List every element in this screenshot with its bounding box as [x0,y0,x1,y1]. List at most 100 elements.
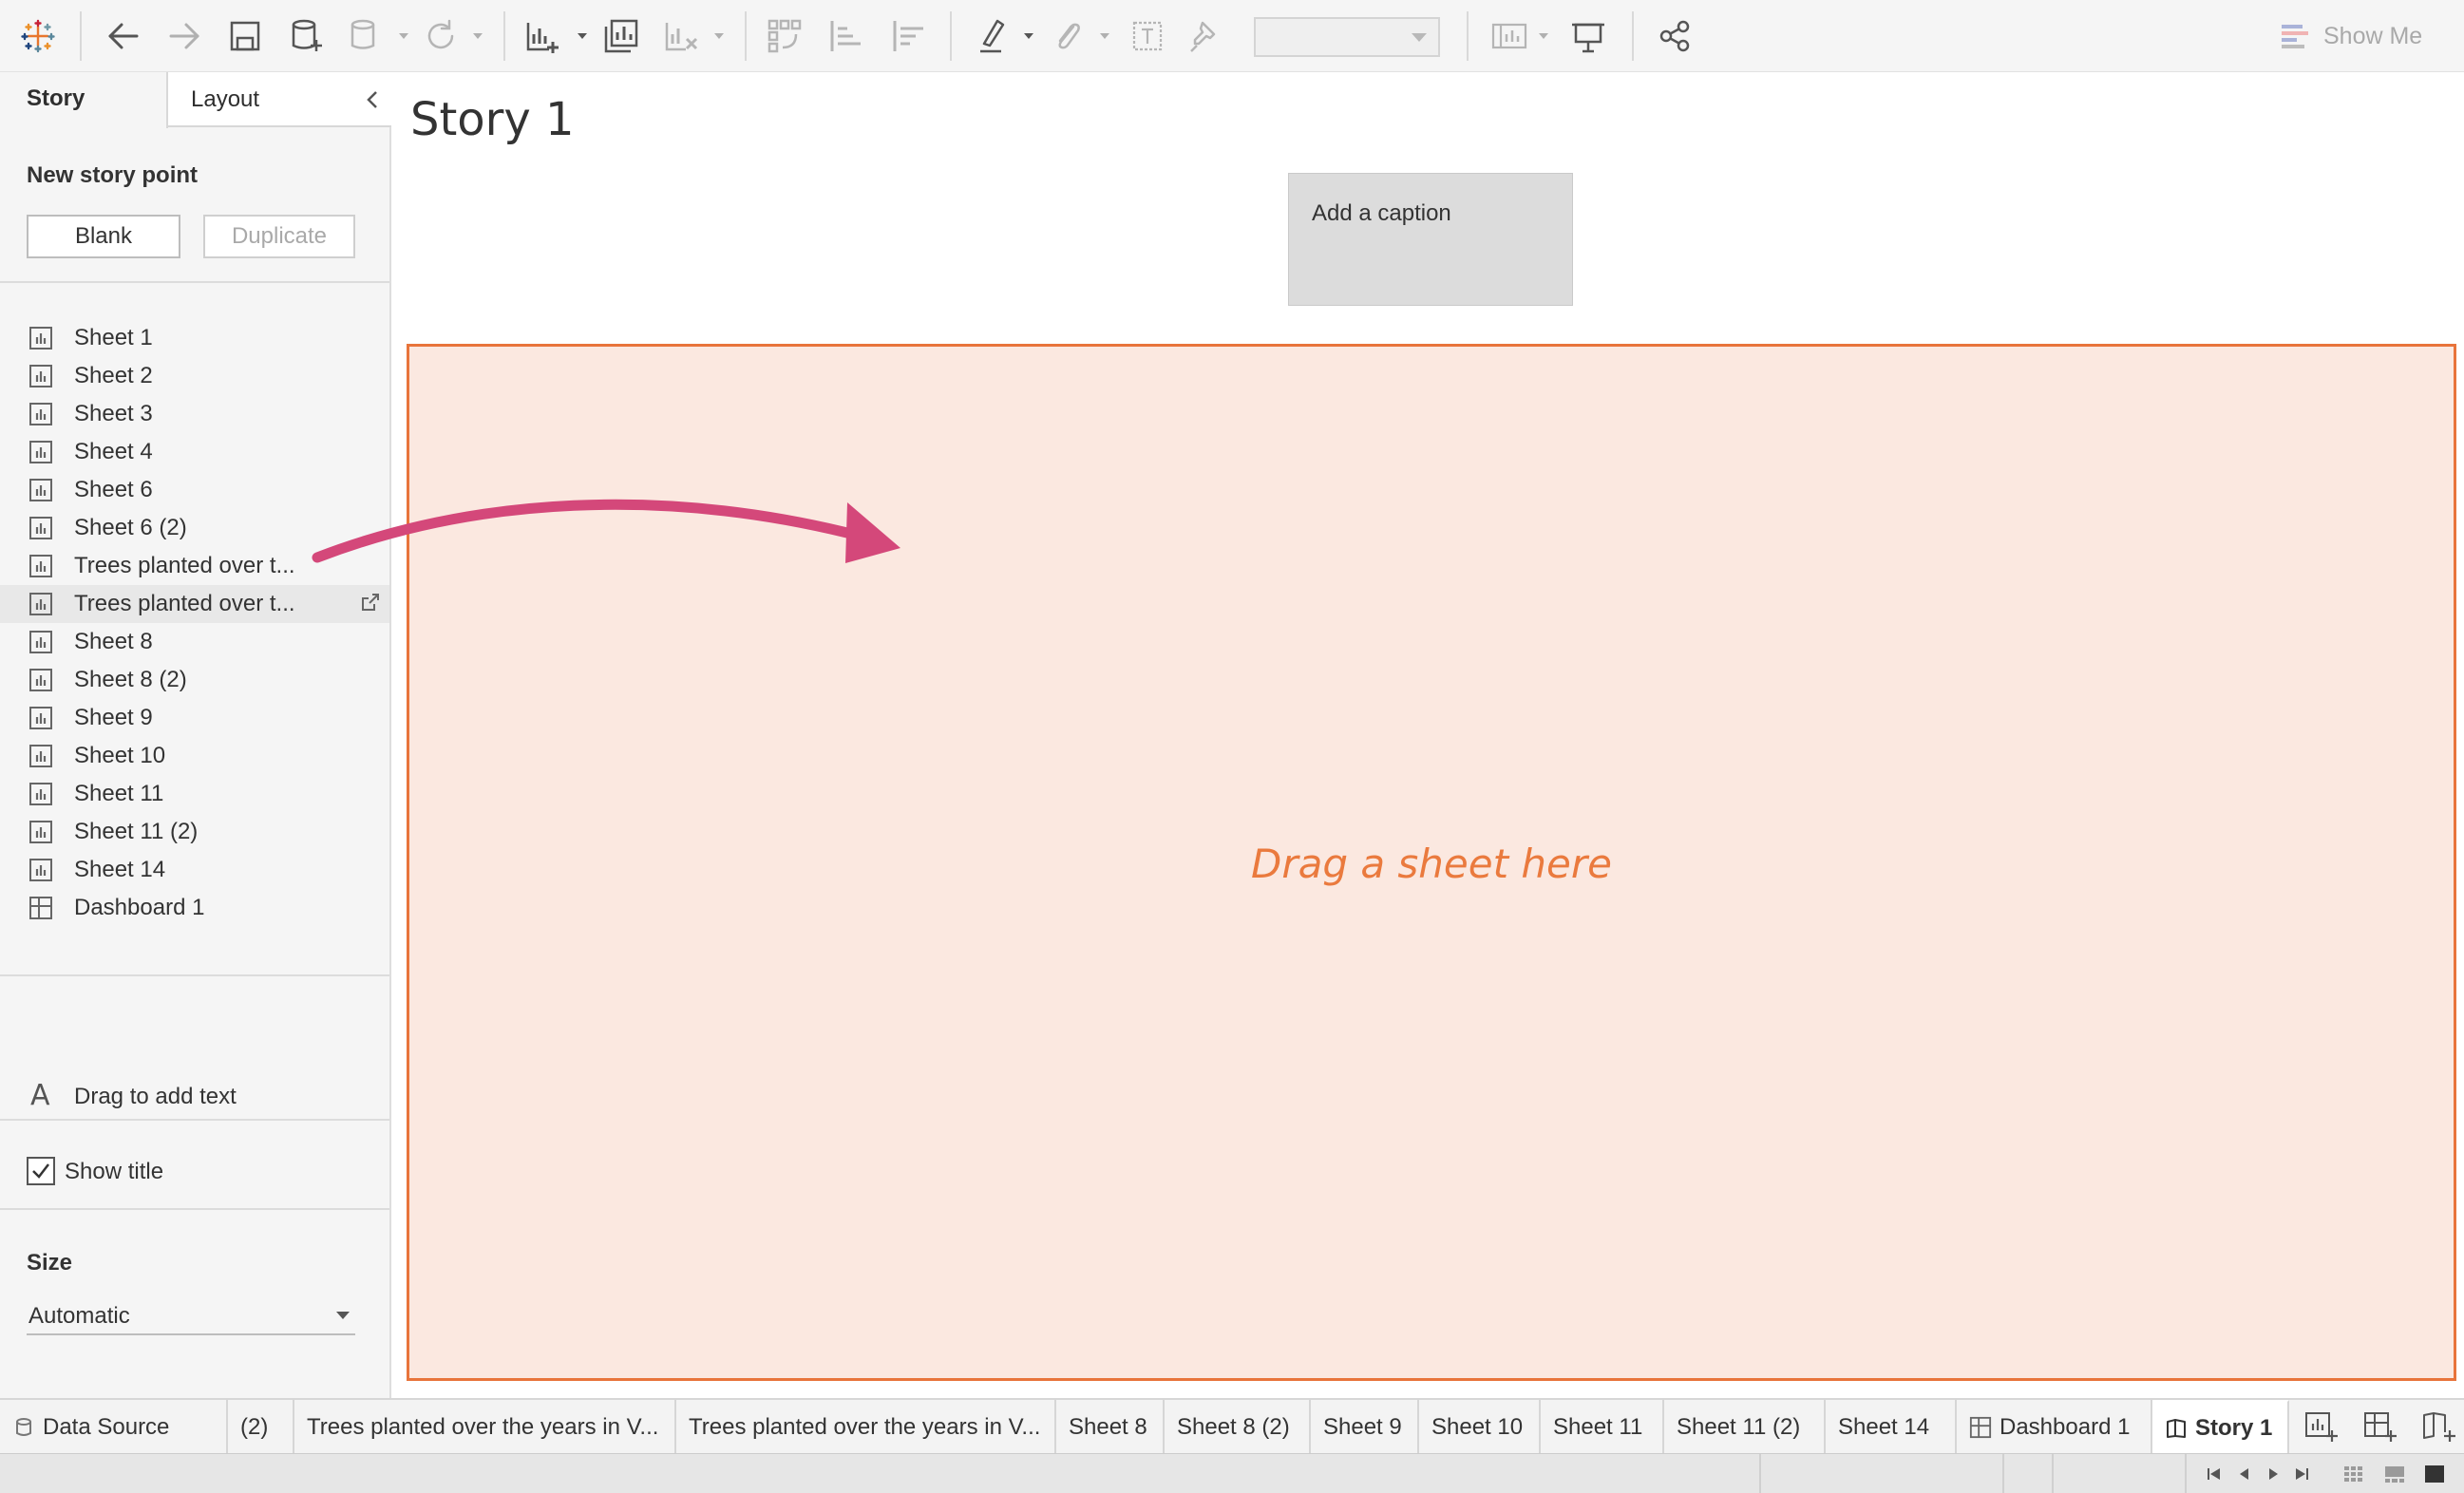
show-mark-labels-icon[interactable] [1127,13,1168,59]
size-select-value: Automatic [28,1303,130,1329]
show-me-button[interactable]: Show Me [2280,13,2422,59]
fit-select[interactable] [1254,17,1440,57]
sheet-list-item[interactable]: Sheet 10 [0,737,389,775]
sheet-list-item[interactable]: Sheet 11 (2) [0,813,389,851]
new-dashboard-icon[interactable] [2361,1408,2399,1446]
go-to-sheet-icon[interactable] [359,591,382,614]
toolbar-separator [1632,11,1634,61]
redo-icon[interactable] [163,13,205,59]
pause-updates-icon[interactable] [344,13,386,59]
sheet-list-item[interactable]: Sheet 8 (2) [0,661,389,699]
sheet-list-item-label: Sheet 6 (2) [74,515,187,540]
group-members-dropdown-icon[interactable] [1096,13,1113,59]
tableau-story-workspace: Show Me Story Layout New story point Bla… [0,0,2464,1493]
sheet-list-item-label: Trees planted over t... [74,553,295,578]
sheet-list-item-label: Sheet 6 [74,477,153,502]
duplicate-sheet-icon[interactable] [600,13,642,59]
pane-divider [0,1208,389,1210]
size-select[interactable]: Automatic [27,1297,355,1335]
dashboard-icon [1969,1416,1992,1439]
sheet-tab[interactable]: Sheet 10 [1419,1400,1541,1455]
new-worksheet-icon[interactable] [2303,1408,2341,1446]
sheet-tab[interactable]: Sheet 8 (2) [1165,1400,1311,1455]
sheet-list-item[interactable]: Sheet 9 [0,699,389,737]
refresh-dropdown-icon[interactable] [469,13,486,59]
worksheet-icon [28,402,53,426]
sheet-list-item-label: Sheet 1 [74,325,153,350]
sheet-sorter-icon[interactable] [2342,1464,2363,1484]
new-data-source-icon[interactable] [285,13,327,59]
drag-to-add-text-item[interactable]: A Drag to add text [0,1079,389,1117]
worksheet-icon [28,782,53,806]
sheet-tab[interactable]: (2) [228,1400,294,1455]
sheet-list-item[interactable]: Sheet 1 [0,319,389,357]
sheet-tab[interactable]: Sheet 9 [1311,1400,1419,1455]
sheet-list-item[interactable]: Sheet 2 [0,357,389,395]
undo-icon[interactable] [103,13,144,59]
chevron-left-icon[interactable] [361,85,384,114]
blank-button[interactable]: Blank [27,215,180,258]
sheet-list-item-label: Sheet 4 [74,439,153,464]
status-bar [0,1453,2464,1493]
filmstrip-icon[interactable] [2384,1464,2405,1484]
sheet-tab-label: Sheet 11 (2) [1677,1414,1801,1440]
sort-descending-icon[interactable] [887,13,929,59]
sort-ascending-icon[interactable] [824,13,866,59]
story-point-caption[interactable]: Add a caption [1288,173,1573,306]
sheet-tab[interactable]: Sheet 11 [1541,1400,1664,1455]
new-worksheet-icon[interactable] [521,13,562,59]
sheet-tab[interactable]: Trees planted over the years in V... [676,1400,1056,1455]
tab-story[interactable]: Story [0,72,168,128]
share-icon[interactable] [1655,13,1696,59]
pane-tabs: Story Layout [0,72,391,128]
save-icon[interactable] [224,13,266,59]
sheet-list-item[interactable]: Dashboard 1 [0,889,389,927]
sheet-list-item-label: Sheet 2 [74,363,153,388]
sheet-tab[interactable]: Data Source [0,1400,228,1455]
fix-axes-icon[interactable] [1185,13,1227,59]
highlight-dropdown-icon[interactable] [1020,13,1037,59]
duplicate-button[interactable]: Duplicate [203,215,355,258]
new-story-icon[interactable] [2420,1408,2458,1446]
previous-sheet-icon[interactable] [2234,1464,2255,1484]
sheet-tab[interactable]: Trees planted over the years in V... [294,1400,676,1455]
story-pane: Story Layout New story point Blank Dupli… [0,72,391,1398]
story-title[interactable]: Story 1 [410,93,575,146]
show-title-checkbox[interactable] [27,1157,55,1185]
pane-divider [0,974,389,976]
highlight-icon[interactable] [973,13,1014,59]
sheet-tab[interactable]: Dashboard 1 [1957,1400,2152,1455]
presentation-mode-icon[interactable] [1567,13,1609,59]
clear-sheet-icon[interactable] [659,13,701,59]
caption-text: Add a caption [1312,200,1451,226]
sheet-tab[interactable]: Story 1 [2152,1400,2289,1455]
swap-rows-columns-icon[interactable] [764,13,806,59]
sheet-list-item[interactable]: Sheet 8 [0,623,389,661]
sheet-list-item[interactable]: Sheet 14 [0,851,389,889]
sheet-list-item[interactable]: Sheet 4 [0,433,389,471]
worksheet-icon [28,668,53,692]
sheet-list-item[interactable]: Sheet 11 [0,775,389,813]
sheet-tab[interactable]: Sheet 14 [1826,1400,1957,1455]
first-sheet-icon[interactable] [2204,1464,2225,1484]
refresh-icon[interactable] [420,13,462,59]
tableau-logo-icon[interactable] [17,13,59,59]
next-sheet-icon[interactable] [2263,1464,2284,1484]
last-sheet-icon[interactable] [2291,1464,2312,1484]
sheet-list-item[interactable]: Sheet 3 [0,395,389,433]
group-members-icon[interactable] [1047,13,1089,59]
sheet-tab-label: Sheet 8 [1069,1414,1147,1440]
tabs-view-icon[interactable] [2424,1464,2445,1484]
new-worksheet-dropdown-icon[interactable] [574,13,591,59]
sheet-tab[interactable]: Sheet 11 (2) [1664,1400,1826,1455]
show-me-icon [2282,25,2308,48]
show-cards-icon[interactable] [1488,13,1529,59]
sheet-tab[interactable]: Sheet 8 [1056,1400,1165,1455]
sheet-list-item[interactable]: Trees planted over t... [0,585,389,623]
tab-layout[interactable]: Layout [168,72,391,127]
clear-sheet-dropdown-icon[interactable] [711,13,728,59]
sheet-tab-label: (2) [240,1414,269,1440]
pause-updates-dropdown-icon[interactable] [395,13,412,59]
show-cards-dropdown-icon[interactable] [1535,13,1552,59]
sheet-list-item-label: Sheet 9 [74,705,153,730]
